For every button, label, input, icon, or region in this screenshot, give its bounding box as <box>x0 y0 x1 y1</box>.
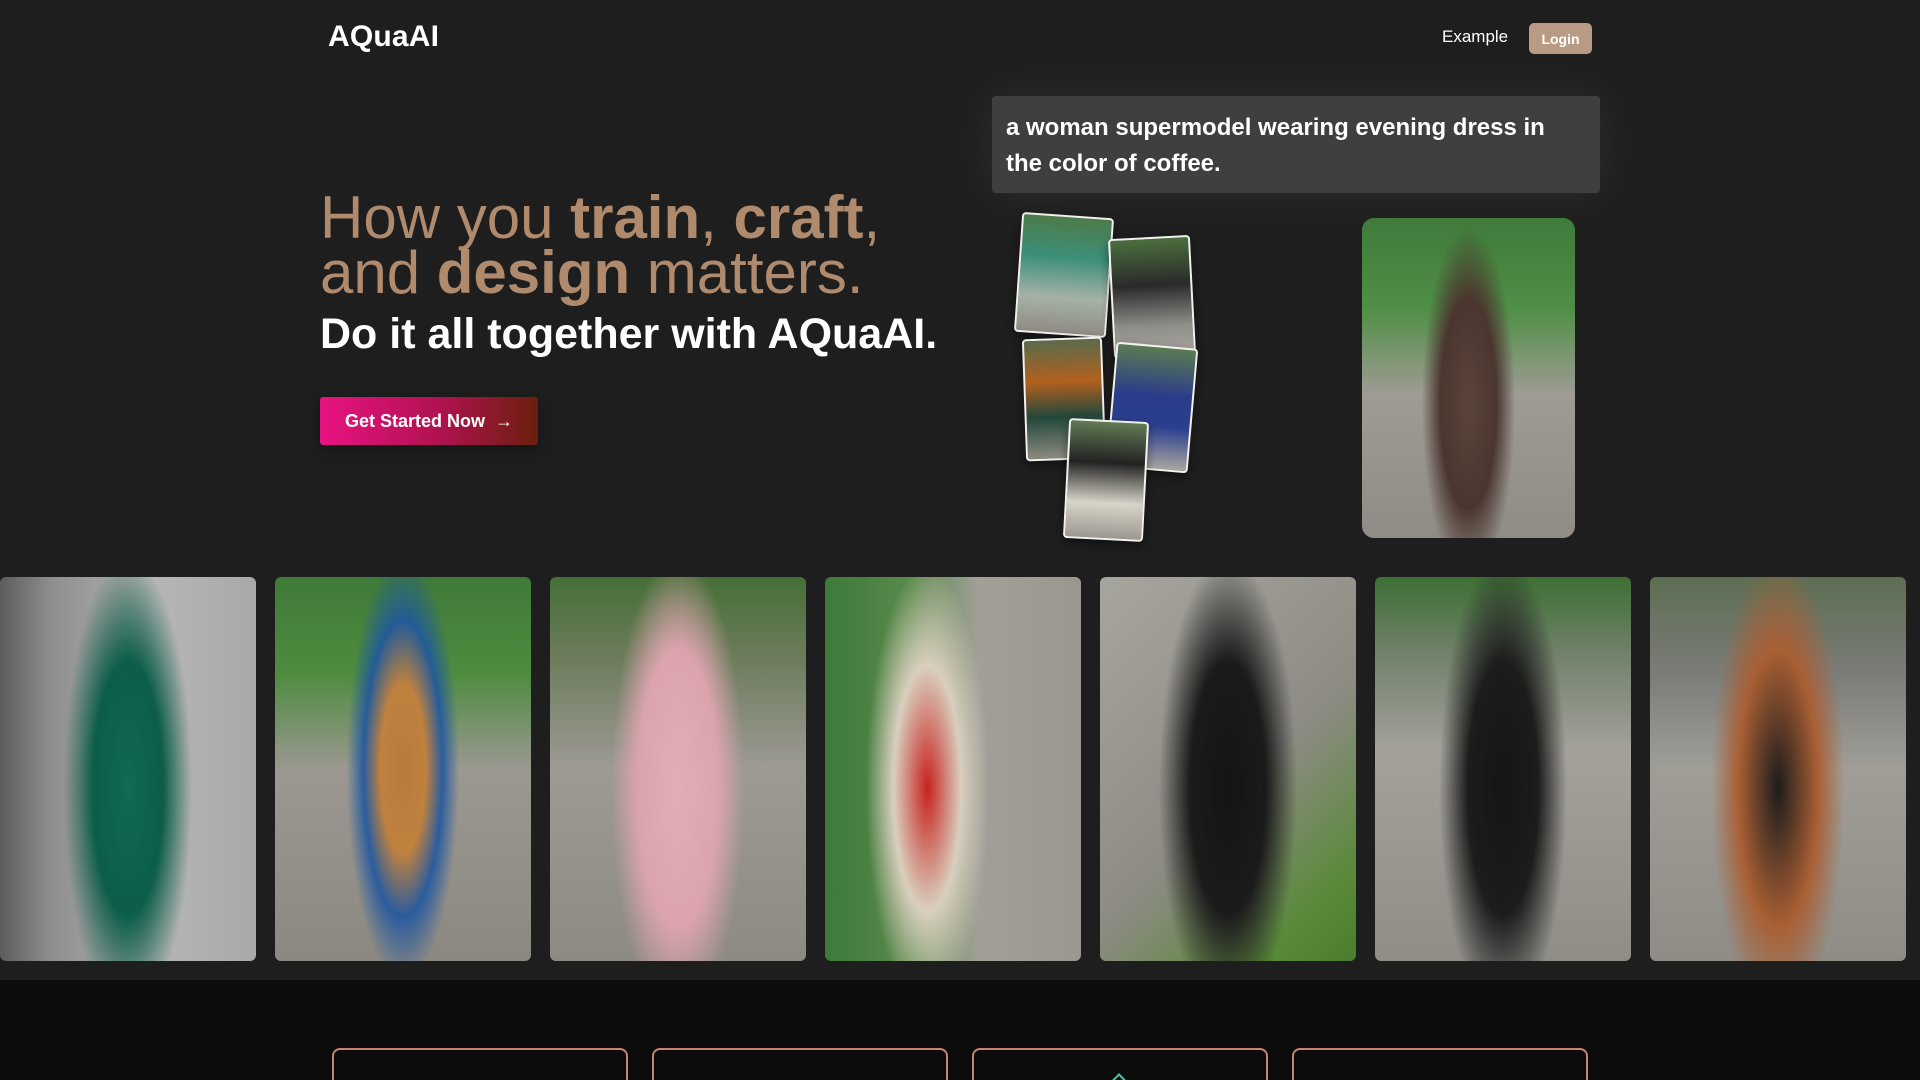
gallery-image-black-wrap-dress[interactable] <box>1375 577 1631 961</box>
gallery-image-tan-blazer[interactable] <box>275 577 531 961</box>
feature-card[interactable] <box>332 1048 628 1080</box>
gallery-image-black-lace-dress[interactable] <box>1100 577 1356 961</box>
gallery-image-green-gown[interactable] <box>0 577 256 961</box>
chevron-up-icon <box>1109 1073 1129 1080</box>
feature-card[interactable] <box>1292 1048 1588 1080</box>
gallery-image-red-top[interactable] <box>825 577 1081 961</box>
gallery-image-leather-coat[interactable] <box>1650 577 1906 961</box>
landing-page: AQuaAI Example Login How you train, craf… <box>0 0 1920 1080</box>
gallery-strip <box>0 0 1920 980</box>
feature-card[interactable] <box>972 1048 1268 1080</box>
gallery-image-pink-lace[interactable] <box>550 577 806 961</box>
features-section <box>0 980 1920 1080</box>
feature-card[interactable] <box>652 1048 948 1080</box>
